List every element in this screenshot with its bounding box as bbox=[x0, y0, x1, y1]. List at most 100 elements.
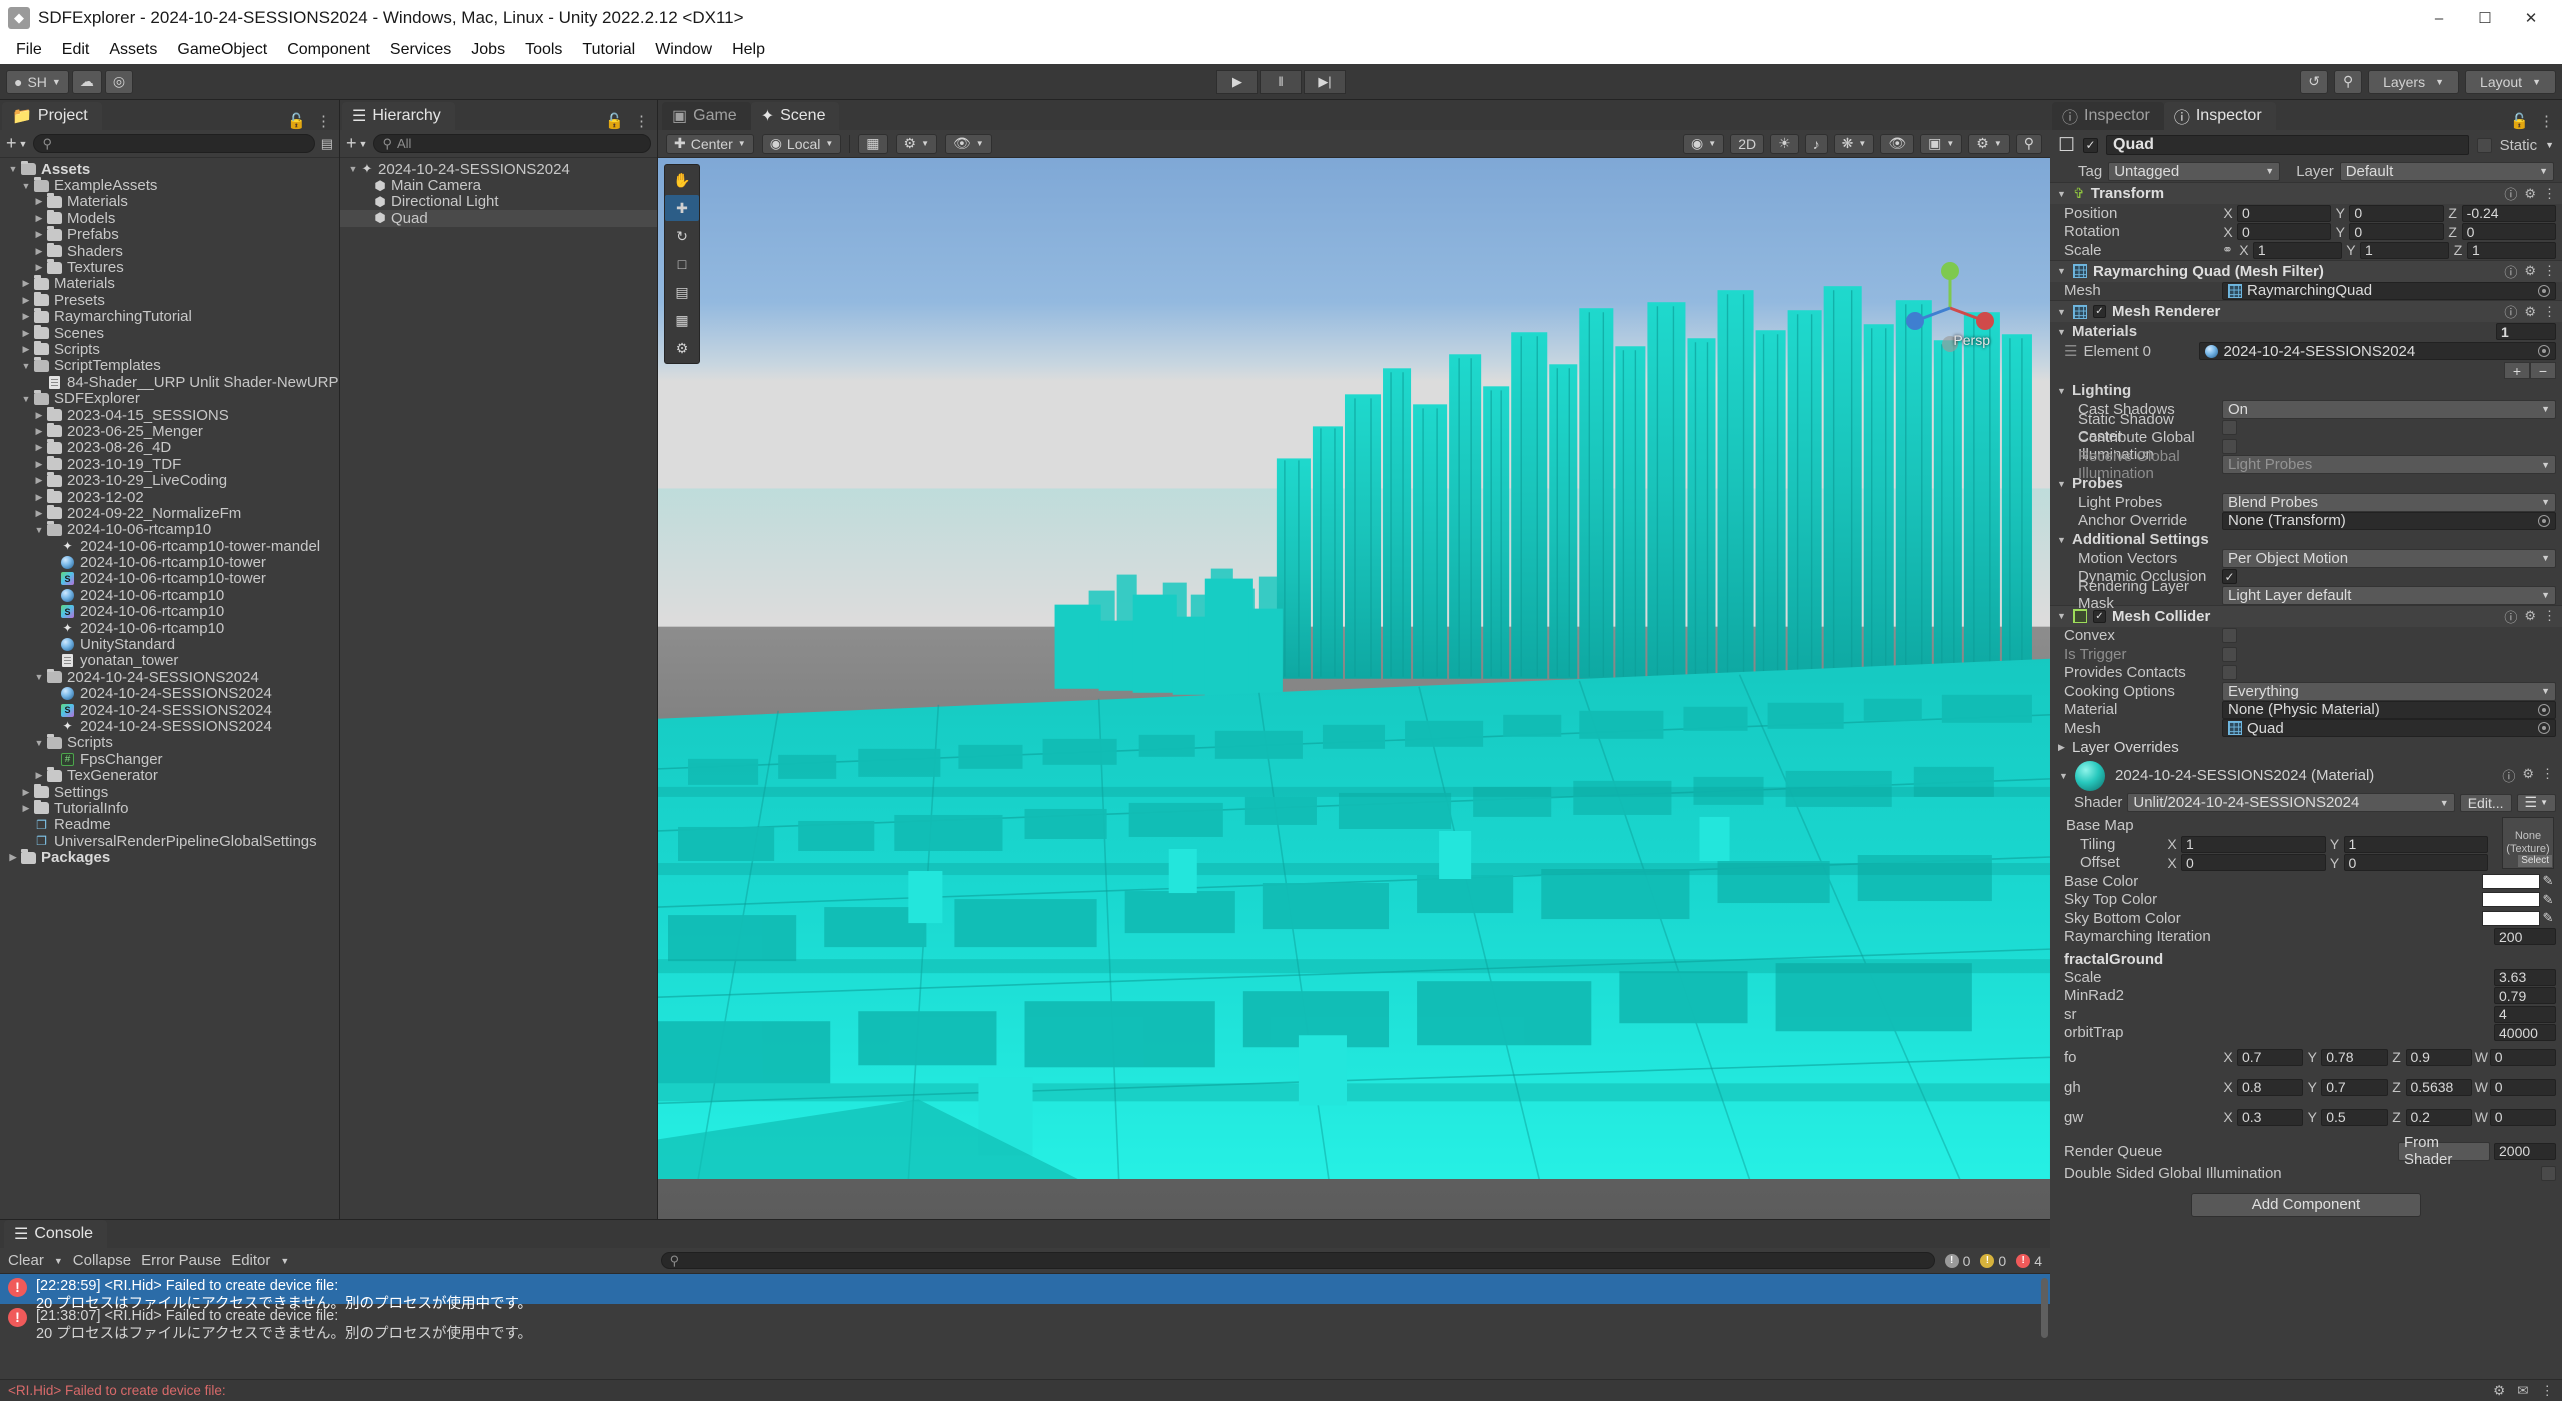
project-tree-item[interactable]: ▼ScriptTemplates bbox=[0, 358, 339, 374]
chevron-down-icon[interactable]: ▼ bbox=[280, 1256, 289, 1266]
project-tree-item[interactable]: ▶RaymarchingTutorial bbox=[0, 309, 339, 325]
tab-game[interactable]: ▣Game bbox=[662, 102, 751, 130]
chevron-down-icon[interactable]: ▼ bbox=[19, 394, 33, 404]
project-tree-item[interactable]: 2024-10-24-SESSIONS2024 bbox=[0, 686, 339, 702]
project-search-input[interactable]: ⚲ bbox=[33, 134, 314, 153]
chevron-right-icon[interactable]: ▶ bbox=[32, 770, 46, 781]
toggle-lighting-button[interactable]: ☀ bbox=[1770, 134, 1799, 154]
preset-icon[interactable]: ⚙ bbox=[2524, 186, 2536, 202]
tab-hierarchy[interactable]: ☰ Hierarchy bbox=[342, 102, 455, 130]
rotate-tool-button[interactable]: ↻ bbox=[665, 223, 699, 249]
kebab-menu-icon[interactable]: ⋮ bbox=[2543, 186, 2556, 202]
menu-file[interactable]: File bbox=[6, 36, 52, 64]
add-material-button[interactable]: + bbox=[2504, 362, 2530, 379]
position-x-input[interactable]: 0 bbox=[2237, 205, 2331, 222]
menu-services[interactable]: Services bbox=[380, 36, 461, 64]
color-swatch[interactable] bbox=[2482, 892, 2540, 907]
chevron-right-icon[interactable]: ▶ bbox=[19, 803, 33, 814]
remove-material-button[interactable]: − bbox=[2530, 362, 2556, 379]
object-name-input[interactable]: Quad bbox=[2106, 135, 2469, 155]
preset-icon[interactable]: ⚙ bbox=[2522, 766, 2534, 785]
object-picker-icon[interactable] bbox=[2538, 704, 2550, 716]
object-enabled-checkbox[interactable]: ✓ bbox=[2083, 138, 2098, 153]
project-tree-item[interactable]: ✦2024-10-06-rtcamp10 bbox=[0, 620, 339, 636]
scalar-input[interactable]: 40000 bbox=[2494, 1024, 2556, 1041]
scene-viewport[interactable]: ✋ ✚ ↻ □ ▤ ▦ ⚙ Pers bbox=[658, 158, 2050, 1379]
effects-dropdown[interactable]: ❋▼ bbox=[1834, 134, 1875, 154]
tab-inspector-0[interactable]: ⓘInspector bbox=[2052, 102, 2164, 130]
menu-edit[interactable]: Edit bbox=[52, 36, 100, 64]
chevron-down-icon[interactable]: ▼ bbox=[2056, 479, 2067, 489]
property-checkbox[interactable]: ✓ bbox=[2222, 569, 2237, 584]
project-tree-item[interactable]: ▶2024-09-22_NormalizeFm bbox=[0, 505, 339, 521]
property-dropdown[interactable]: Light Layer default▼ bbox=[2222, 586, 2556, 605]
scale-x-input[interactable]: 1 bbox=[2253, 242, 2342, 259]
scalar-input[interactable]: 3.63 bbox=[2494, 969, 2556, 986]
tab-inspector-1[interactable]: ⓘInspector bbox=[2164, 102, 2276, 130]
static-checkbox[interactable] bbox=[2477, 138, 2492, 153]
chevron-right-icon[interactable]: ▶ bbox=[19, 328, 33, 339]
fo-w-input[interactable]: 0 bbox=[2490, 1049, 2556, 1066]
hierarchy-item[interactable]: ⬢Directional Light bbox=[340, 194, 657, 210]
chevron-right-icon[interactable]: ▶ bbox=[32, 426, 46, 437]
component-header-mesh-collider[interactable]: ▼ ✓ Mesh Collider ⓘ ⚙ ⋮ bbox=[2050, 605, 2562, 627]
gizmos-dropdown[interactable]: ⚙▼ bbox=[1968, 134, 2009, 154]
rotation-y-input[interactable]: 0 bbox=[2349, 223, 2443, 240]
collab-button[interactable]: ◎ bbox=[105, 70, 133, 94]
project-tree-item[interactable]: ▶Settings bbox=[0, 784, 339, 800]
eyedropper-icon[interactable]: ✎ bbox=[2540, 892, 2556, 908]
material-inspector-header[interactable]: ▼ 2024-10-24-SESSIONS2024 (Material) ⓘ ⚙… bbox=[2050, 757, 2562, 793]
shader-variants-button[interactable]: ☰▼ bbox=[2517, 794, 2556, 812]
kebab-menu-icon[interactable]: ⋮ bbox=[634, 112, 649, 130]
preset-icon[interactable]: ⚙ bbox=[2524, 263, 2536, 279]
property-checkbox[interactable] bbox=[2222, 647, 2237, 662]
lock-icon[interactable]: 🔓 bbox=[605, 112, 624, 130]
gw-x-input[interactable]: 0.3 bbox=[2237, 1109, 2303, 1126]
kebab-menu-icon[interactable]: ⋮ bbox=[316, 112, 331, 130]
inspector-body[interactable]: ☐ ✓ Quad Static ▼ Tag Untagged ▼ Layer D… bbox=[2050, 130, 2562, 1379]
double-sided-checkbox[interactable] bbox=[2541, 1166, 2556, 1181]
project-tree-item[interactable]: ▶Scripts bbox=[0, 341, 339, 357]
menu-tutorial[interactable]: Tutorial bbox=[572, 36, 645, 64]
kebab-menu-icon[interactable]: ⋮ bbox=[2543, 263, 2556, 279]
gw-w-input[interactable]: 0 bbox=[2490, 1109, 2556, 1126]
add-component-button[interactable]: Add Component bbox=[2191, 1193, 2421, 1217]
object-picker-icon[interactable] bbox=[2538, 285, 2550, 297]
undo-history-button[interactable]: ↺ bbox=[2300, 70, 2328, 94]
console-search-input[interactable]: ⚲ bbox=[661, 1252, 1935, 1269]
chevron-right-icon[interactable]: ▶ bbox=[19, 311, 33, 322]
menu-window[interactable]: Window bbox=[645, 36, 722, 64]
cloud-button[interactable]: ☁ bbox=[72, 70, 102, 94]
rotation-x-input[interactable]: 0 bbox=[2237, 223, 2331, 240]
project-tree-item[interactable]: ▼Scripts bbox=[0, 735, 339, 751]
gh-z-input[interactable]: 0.5638 bbox=[2406, 1079, 2472, 1096]
project-tree-item[interactable]: ▶TexGenerator bbox=[0, 767, 339, 783]
global-search-button[interactable]: ⚲ bbox=[2334, 70, 2362, 94]
error-count-badge[interactable]: ! 4 bbox=[2016, 1253, 2042, 1269]
gw-y-input[interactable]: 0.5 bbox=[2321, 1109, 2387, 1126]
project-tree-item[interactable]: ▼Assets bbox=[0, 161, 339, 177]
scene-tools-palette[interactable]: ✋ ✚ ↻ □ ▤ ▦ ⚙ bbox=[664, 164, 700, 364]
chevron-right-icon[interactable]: ▶ bbox=[32, 442, 46, 453]
color-swatch[interactable] bbox=[2482, 911, 2540, 926]
project-tree-item[interactable]: S2024-10-06-rtcamp10 bbox=[0, 604, 339, 620]
scalar-input[interactable]: 0.79 bbox=[2494, 987, 2556, 1004]
move-tool-button[interactable]: ✚ bbox=[665, 195, 699, 221]
chevron-down-icon[interactable]: ▼ bbox=[6, 164, 20, 174]
scene-search-input[interactable]: ⚲ bbox=[2016, 134, 2042, 154]
help-icon[interactable]: ⓘ bbox=[2504, 262, 2517, 281]
project-tree-item[interactable]: ▼ExampleAssets bbox=[0, 177, 339, 193]
custom-tool-button[interactable]: ⚙ bbox=[665, 335, 699, 361]
gh-x-input[interactable]: 0.8 bbox=[2237, 1079, 2303, 1096]
scene-camera-dropdown[interactable]: ▣▼ bbox=[1920, 134, 1962, 154]
pivot-mode-dropdown[interactable]: ✚ Center ▼ bbox=[666, 134, 754, 154]
scene-visibility-button[interactable]: 👁 bbox=[1880, 134, 1914, 154]
collapse-toggle[interactable]: Collapse bbox=[73, 1252, 131, 1269]
console-scrollbar[interactable] bbox=[2040, 1276, 2049, 1377]
shading-mode-dropdown[interactable]: ◉▼ bbox=[1683, 134, 1724, 154]
api-updating-icon[interactable]: ⚙ bbox=[2493, 1383, 2505, 1399]
lock-icon[interactable]: 🔓 bbox=[287, 112, 306, 130]
console-entry[interactable]: ![21:38:07] <RI.Hid> Failed to create de… bbox=[0, 1304, 2050, 1334]
warning-count-badge[interactable]: ! 0 bbox=[1980, 1253, 2006, 1269]
console-scrollbar-thumb[interactable] bbox=[2041, 1278, 2048, 1338]
